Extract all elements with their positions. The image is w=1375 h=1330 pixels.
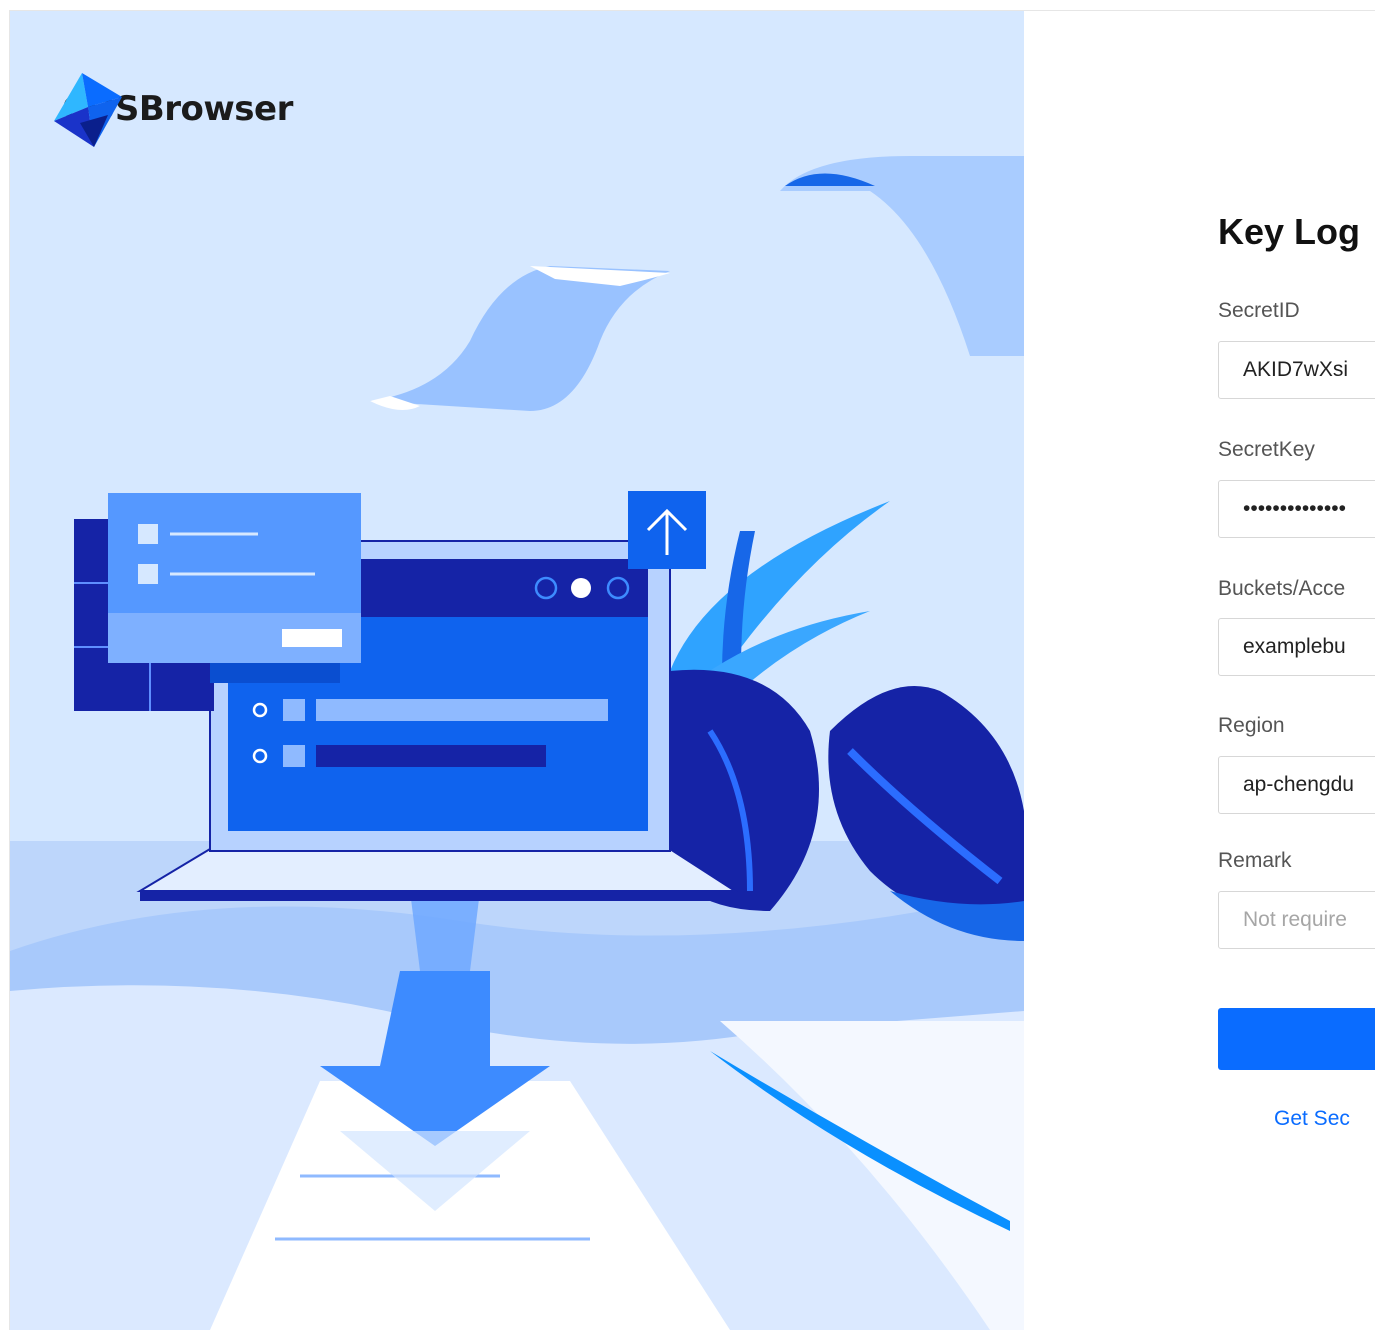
region-select[interactable] [1218, 756, 1375, 814]
secret-key-input[interactable] [1218, 480, 1375, 538]
buckets-input[interactable] [1218, 618, 1375, 676]
secret-id-label: SecretID [1218, 299, 1300, 322]
app-window: COSBrowser Key Log SecretID SecretKey Bu… [9, 10, 1375, 1330]
buckets-label: Buckets/Acce [1218, 577, 1346, 600]
secret-key-label: SecretKey [1218, 438, 1315, 461]
hero-illustration [10, 11, 1024, 1330]
region-label: Region [1218, 714, 1285, 737]
brand: COSBrowser [50, 71, 293, 147]
login-title: Key Log [1218, 211, 1361, 252]
login-panel: Key Log SecretID SecretKey Buckets/Acce … [1024, 11, 1375, 1330]
remark-label: Remark [1218, 849, 1292, 872]
laptop-base [136, 848, 739, 892]
cosbrowser-logo-icon [54, 73, 122, 147]
login-button[interactable] [1218, 1008, 1375, 1070]
secret-id-input[interactable] [1218, 341, 1375, 399]
remark-input[interactable] [1218, 891, 1375, 949]
floating-card [108, 493, 361, 623]
get-secret-key-link[interactable]: Get Sec [1274, 1107, 1350, 1131]
illustration-panel: COSBrowser [10, 11, 1024, 1330]
